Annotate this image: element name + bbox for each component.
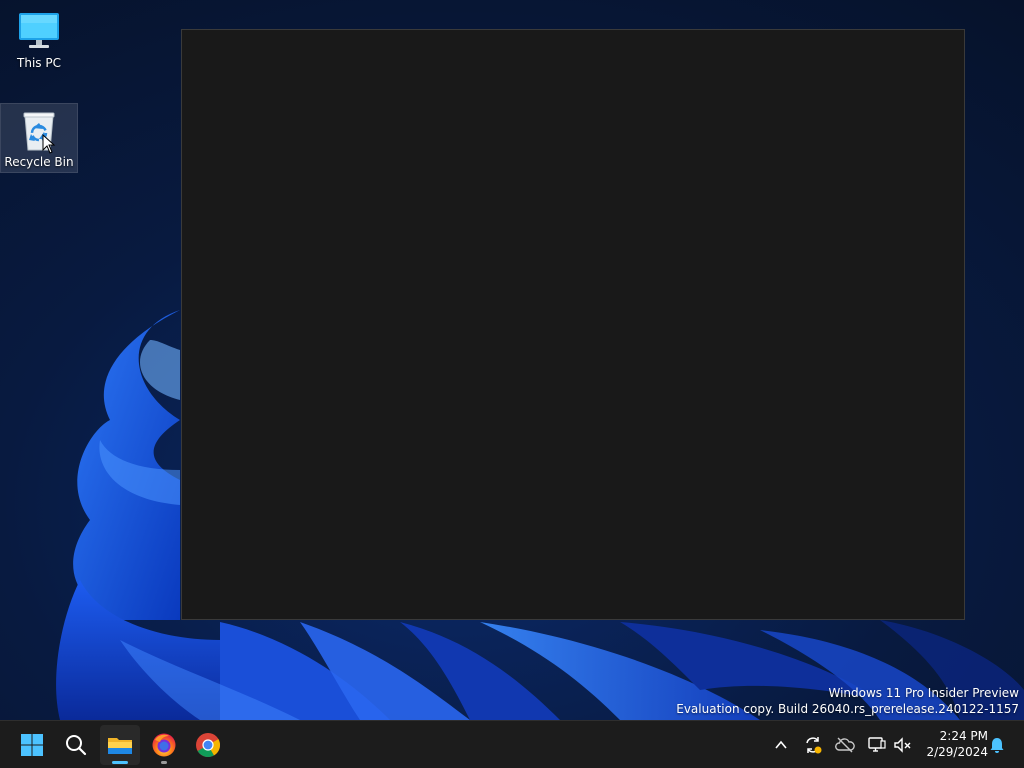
taskbar-clock[interactable]: 2:24 PM 2/29/2024 (918, 728, 988, 760)
chevron-up-icon (775, 740, 787, 749)
desktop-icon-this-pc[interactable]: This PC (1, 5, 77, 73)
running-indicator (112, 761, 128, 764)
running-indicator (161, 761, 167, 764)
desktop-icon-label: This PC (17, 56, 61, 70)
desktop-icon-label: Recycle Bin (4, 155, 74, 169)
network-icon (868, 737, 886, 752)
tray-onedrive-button[interactable] (833, 733, 857, 757)
blank-app-window[interactable] (181, 29, 965, 620)
search-icon (66, 735, 87, 756)
monitor-icon (19, 13, 59, 48)
show-hidden-icons-button[interactable] (769, 733, 793, 757)
sync-icon (806, 737, 822, 754)
mouse-cursor-icon (42, 134, 56, 154)
taskbar-firefox[interactable] (144, 725, 184, 765)
watermark-line-edition: Windows 11 Pro Insider Preview (828, 686, 1019, 700)
tray-network-button[interactable] (865, 733, 889, 757)
chrome-icon (196, 733, 221, 758)
taskbar-chrome[interactable] (188, 725, 228, 765)
tray-volume-button[interactable] (890, 733, 914, 757)
file-explorer-icon (108, 738, 132, 754)
tray-sync-button[interactable] (801, 733, 825, 757)
start-button[interactable] (12, 725, 52, 765)
notifications-button[interactable] (985, 733, 1009, 757)
desktop-icon-recycle-bin[interactable]: Recycle Bin (0, 103, 78, 173)
evaluation-watermark: Windows 11 Pro Insider Preview Evaluatio… (676, 685, 1019, 717)
taskbar-file-explorer[interactable] (100, 725, 140, 765)
windows-start-icon (21, 734, 43, 756)
watermark-line-build: Evaluation copy. Build 26040.rs_prerelea… (676, 702, 1019, 716)
search-button[interactable] (56, 725, 96, 765)
firefox-icon (152, 733, 176, 757)
volume-muted-icon (894, 737, 911, 753)
clock-date: 2/29/2024 (926, 745, 988, 759)
clock-time: 2:24 PM (939, 729, 988, 743)
bell-icon (990, 738, 1004, 753)
desktop[interactable]: This PC Recycle Bin Windows 11 Pro Insid… (0, 0, 1024, 768)
taskbar: 2:24 PM 2/29/2024 (0, 720, 1024, 768)
onedrive-offline-icon (835, 737, 855, 753)
